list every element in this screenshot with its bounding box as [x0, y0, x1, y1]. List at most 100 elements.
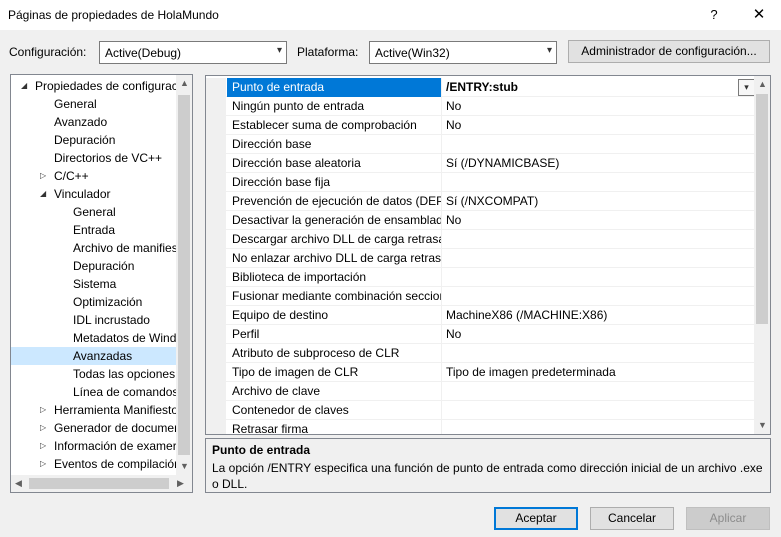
- chevron-down-icon[interactable]: ▾: [738, 79, 755, 96]
- property-name[interactable]: Dirección base: [227, 135, 442, 154]
- property-row[interactable]: Retrasar firma: [206, 420, 755, 434]
- tree-item[interactable]: Sistema: [11, 275, 177, 293]
- property-name[interactable]: Fusionar mediante combinación secciones: [227, 287, 442, 306]
- property-value[interactable]: [443, 344, 755, 363]
- property-name[interactable]: Prevención de ejecución de datos (DEP): [227, 192, 442, 211]
- tree-item[interactable]: General: [11, 203, 177, 221]
- property-row[interactable]: Tipo de imagen de CLR Tipo de imagen pred…: [206, 363, 755, 382]
- collapsed-arrow-icon[interactable]: ▷: [40, 455, 46, 473]
- property-name[interactable]: Desactivar la generación de ensamblados: [227, 211, 442, 230]
- property-value[interactable]: [443, 420, 755, 434]
- tree-item[interactable]: ◢ Propiedades de configurac: [11, 77, 178, 95]
- tree-item[interactable]: Depuración: [11, 131, 177, 149]
- tree-item[interactable]: IDL incrustado: [11, 311, 177, 329]
- expanded-arrow-icon[interactable]: ◢: [21, 77, 27, 95]
- property-name[interactable]: Biblioteca de importación: [227, 268, 442, 287]
- collapsed-arrow-icon[interactable]: ▷: [40, 401, 46, 419]
- property-row[interactable]: Desactivar la generación de ensamblados N…: [206, 211, 755, 230]
- property-row[interactable]: Dirección base fija: [206, 173, 755, 192]
- property-name[interactable]: Archivo de clave: [227, 382, 442, 401]
- accept-button[interactable]: Aceptar: [494, 507, 578, 530]
- close-icon[interactable]: ✕: [744, 4, 774, 26]
- property-row[interactable]: Biblioteca de importación: [206, 268, 755, 287]
- tree-item[interactable]: Avanzado: [11, 113, 177, 131]
- scroll-down-icon[interactable]: ▼: [180, 461, 189, 471]
- property-name[interactable]: Perfil: [227, 325, 442, 344]
- expanded-arrow-icon[interactable]: ◢: [40, 185, 46, 203]
- property-name[interactable]: Equipo de destino: [227, 306, 442, 325]
- scrollbar-thumb[interactable]: [29, 478, 169, 489]
- help-icon[interactable]: ?: [700, 4, 728, 26]
- scrollbar-thumb[interactable]: [756, 94, 768, 324]
- collapsed-arrow-icon[interactable]: ▷: [40, 167, 46, 185]
- tree-item[interactable]: ▷ Herramienta Manifiesto: [11, 401, 178, 419]
- cancel-button[interactable]: Cancelar: [590, 507, 674, 530]
- property-value[interactable]: No: [443, 211, 755, 230]
- property-value[interactable]: No: [443, 325, 755, 344]
- property-value[interactable]: [443, 135, 755, 154]
- tree-item[interactable]: ▷ Información de examer: [11, 437, 177, 455]
- tree-horizontal-scrollbar[interactable]: ◀ ▶: [11, 475, 192, 492]
- property-name[interactable]: Ningún punto de entrada: [227, 97, 442, 116]
- property-row[interactable]: Ningún punto de entrada No: [206, 97, 755, 116]
- property-value[interactable]: /ENTRY:stub: [443, 78, 755, 97]
- property-name[interactable]: No enlazar archivo DLL de carga retrasad…: [227, 249, 442, 268]
- property-row[interactable]: Punto de entrada/ENTRY:stub ▾: [206, 78, 755, 97]
- tree-item[interactable]: General: [11, 95, 177, 113]
- tree-item[interactable]: ▷ C/C++: [11, 167, 177, 185]
- property-value[interactable]: [443, 268, 755, 287]
- scroll-up-icon[interactable]: ▲: [758, 79, 767, 89]
- configuration-combo[interactable]: Active(Debug) ▾: [99, 41, 287, 64]
- property-value[interactable]: No: [443, 97, 755, 116]
- property-value[interactable]: [443, 249, 755, 268]
- property-name[interactable]: Tipo de imagen de CLR: [227, 363, 442, 382]
- property-name[interactable]: Establecer suma de comprobación: [227, 116, 442, 135]
- property-value[interactable]: Tipo de imagen predeterminada: [443, 363, 755, 382]
- property-value[interactable]: No: [443, 116, 755, 135]
- tree-item[interactable]: Línea de comandos: [11, 383, 178, 401]
- property-value[interactable]: [443, 230, 755, 249]
- apply-button[interactable]: Aplicar: [686, 507, 770, 530]
- property-value[interactable]: [443, 401, 755, 420]
- tree-item[interactable]: Archivo de manifies: [11, 239, 178, 257]
- property-value[interactable]: MachineX86 (/MACHINE:X86): [443, 306, 755, 325]
- property-value[interactable]: [443, 287, 755, 306]
- property-row[interactable]: Atributo de subproceso de CLR: [206, 344, 755, 363]
- collapsed-arrow-icon[interactable]: ▷: [40, 419, 46, 437]
- tree-item[interactable]: ▷ Eventos de compilación: [11, 455, 181, 473]
- tree-item[interactable]: Entrada: [11, 221, 177, 239]
- property-row[interactable]: Prevención de ejecución de datos (DEP) Sí…: [206, 192, 755, 211]
- property-row[interactable]: Perfil No: [206, 325, 755, 344]
- scrollbar-thumb[interactable]: [178, 95, 190, 455]
- tree-item[interactable]: ◢ Vinculador: [11, 185, 177, 203]
- property-row[interactable]: No enlazar archivo DLL de carga retrasad…: [206, 249, 755, 268]
- tree-item[interactable]: Todas las opciones: [11, 365, 177, 383]
- tree-vertical-scrollbar[interactable]: ▲ ▼: [176, 75, 192, 475]
- tree-item[interactable]: Directorios de VC++: [11, 149, 177, 167]
- property-tree[interactable]: ◢ Propiedades de configurac General Avanzad…: [10, 74, 193, 493]
- scroll-down-icon[interactable]: ▼: [758, 420, 767, 430]
- tree-item[interactable]: Depuración: [11, 257, 177, 275]
- property-row[interactable]: Dirección base aleatoria Sí (/DYNAMICBASE…: [206, 154, 755, 173]
- property-row[interactable]: Archivo de clave: [206, 382, 755, 401]
- configuration-manager-button[interactable]: Administrador de configuración...: [568, 40, 770, 63]
- property-name[interactable]: Retrasar firma: [227, 420, 442, 434]
- property-name[interactable]: Dirección base aleatoria: [227, 154, 442, 173]
- platform-combo[interactable]: Active(Win32) ▾: [369, 41, 557, 64]
- property-name[interactable]: Punto de entrada: [227, 78, 442, 97]
- tree-item[interactable]: Avanzadas: [11, 347, 177, 365]
- scroll-right-icon[interactable]: ▶: [177, 478, 184, 489]
- property-name[interactable]: Contenedor de claves: [227, 401, 442, 420]
- property-row[interactable]: Descargar archivo DLL de carga retrasada: [206, 230, 755, 249]
- property-row[interactable]: Equipo de destino MachineX86 (/MACHINE:X8…: [206, 306, 755, 325]
- scroll-up-icon[interactable]: ▲: [180, 78, 189, 88]
- collapsed-arrow-icon[interactable]: ▷: [40, 437, 46, 455]
- property-value[interactable]: [443, 173, 755, 192]
- tree-item[interactable]: Metadatos de Wind: [11, 329, 177, 347]
- property-row[interactable]: Contenedor de claves: [206, 401, 755, 420]
- property-name[interactable]: Descargar archivo DLL de carga retrasada: [227, 230, 442, 249]
- property-value[interactable]: Sí (/NXCOMPAT): [443, 192, 755, 211]
- property-row[interactable]: Dirección base: [206, 135, 755, 154]
- grid-vertical-scrollbar[interactable]: ▲ ▼: [754, 76, 770, 434]
- property-value[interactable]: Sí (/DYNAMICBASE): [443, 154, 755, 173]
